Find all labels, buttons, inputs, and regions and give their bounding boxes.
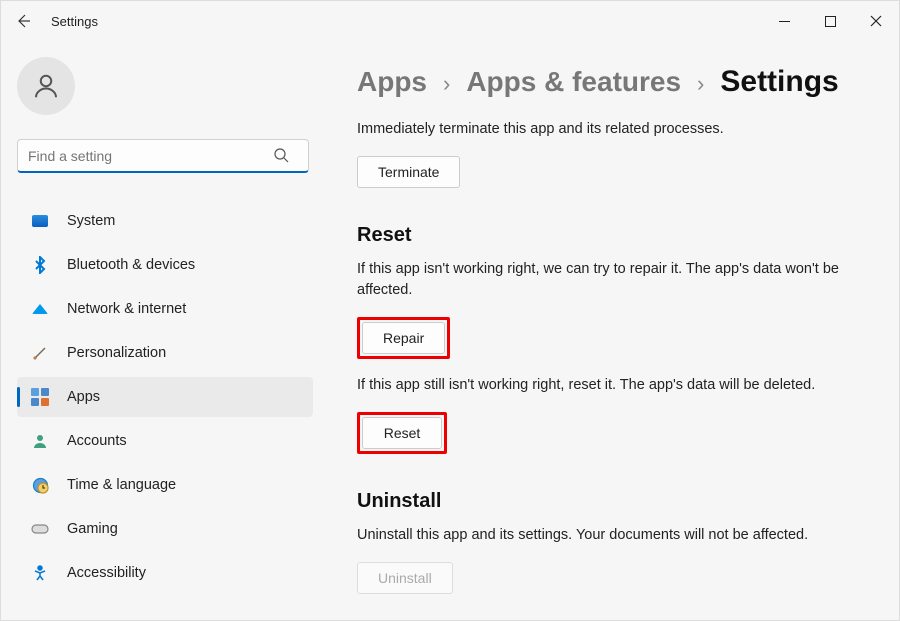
nav-item-network[interactable]: Network & internet xyxy=(17,289,313,329)
nav-item-system[interactable]: System xyxy=(17,201,313,241)
breadcrumb: Apps › Apps & features › Settings xyxy=(357,65,871,99)
uninstall-button[interactable]: Uninstall xyxy=(357,562,453,594)
system-icon xyxy=(31,212,49,230)
titlebar: Settings xyxy=(1,1,899,41)
nav-label: Apps xyxy=(67,389,100,405)
back-button[interactable] xyxy=(13,11,33,31)
nav-list: System Bluetooth & devices Network & int… xyxy=(17,201,313,593)
person-icon xyxy=(31,71,61,101)
window-title: Settings xyxy=(51,14,98,29)
nav-item-personalization[interactable]: Personalization xyxy=(17,333,313,373)
search-icon xyxy=(273,147,289,168)
reset-description: If this app still isn't working right, r… xyxy=(357,375,871,396)
nav-item-accessibility[interactable]: Accessibility xyxy=(17,553,313,593)
repair-description: If this app isn't working right, we can … xyxy=(357,259,871,301)
nav-label: Network & internet xyxy=(67,301,186,317)
sidebar: System Bluetooth & devices Network & int… xyxy=(1,41,321,620)
terminate-description: Immediately terminate this app and its r… xyxy=(357,119,871,140)
nav-label: Accounts xyxy=(67,433,127,449)
minimize-icon xyxy=(779,16,790,27)
nav-item-apps[interactable]: Apps xyxy=(17,377,313,417)
apps-icon xyxy=(31,388,49,406)
bluetooth-icon xyxy=(31,256,49,274)
gamepad-icon xyxy=(31,520,49,538)
maximize-button[interactable] xyxy=(807,5,853,37)
arrow-left-icon xyxy=(15,13,31,29)
brush-icon xyxy=(31,344,49,362)
chevron-right-icon: › xyxy=(443,71,450,97)
nav-item-accounts[interactable]: Accounts xyxy=(17,421,313,461)
reset-button[interactable]: Reset xyxy=(362,417,442,449)
nav-item-gaming[interactable]: Gaming xyxy=(17,509,313,549)
content-area: Apps › Apps & features › Settings Immedi… xyxy=(321,41,899,620)
nav-label: Personalization xyxy=(67,345,166,361)
repair-highlight: Repair xyxy=(357,317,450,359)
breadcrumb-apps[interactable]: Apps xyxy=(357,66,427,98)
clock-icon xyxy=(31,476,49,494)
nav-label: System xyxy=(67,213,115,229)
avatar xyxy=(17,57,75,115)
close-button[interactable] xyxy=(853,5,899,37)
reset-heading: Reset xyxy=(357,224,871,247)
wifi-icon xyxy=(31,300,49,318)
nav-label: Bluetooth & devices xyxy=(67,257,195,273)
minimize-button[interactable] xyxy=(761,5,807,37)
window-controls xyxy=(761,5,899,37)
chevron-right-icon: › xyxy=(697,71,704,97)
search-field xyxy=(17,139,313,173)
uninstall-description: Uninstall this app and its settings. You… xyxy=(357,525,871,546)
maximize-icon xyxy=(825,16,836,27)
nav-label: Time & language xyxy=(67,477,176,493)
nav-label: Accessibility xyxy=(67,565,146,581)
accessibility-icon xyxy=(31,564,49,582)
accounts-icon xyxy=(31,432,49,450)
reset-highlight: Reset xyxy=(357,412,447,454)
nav-item-time[interactable]: Time & language xyxy=(17,465,313,505)
nav-item-bluetooth[interactable]: Bluetooth & devices xyxy=(17,245,313,285)
nav-label: Gaming xyxy=(67,521,118,537)
breadcrumb-apps-features[interactable]: Apps & features xyxy=(466,66,681,98)
profile-area[interactable] xyxy=(17,57,313,115)
terminate-button[interactable]: Terminate xyxy=(357,156,460,188)
close-icon xyxy=(870,15,882,27)
search-input[interactable] xyxy=(17,139,309,173)
repair-button[interactable]: Repair xyxy=(362,322,445,354)
uninstall-heading: Uninstall xyxy=(357,490,871,513)
breadcrumb-current: Settings xyxy=(720,65,838,99)
